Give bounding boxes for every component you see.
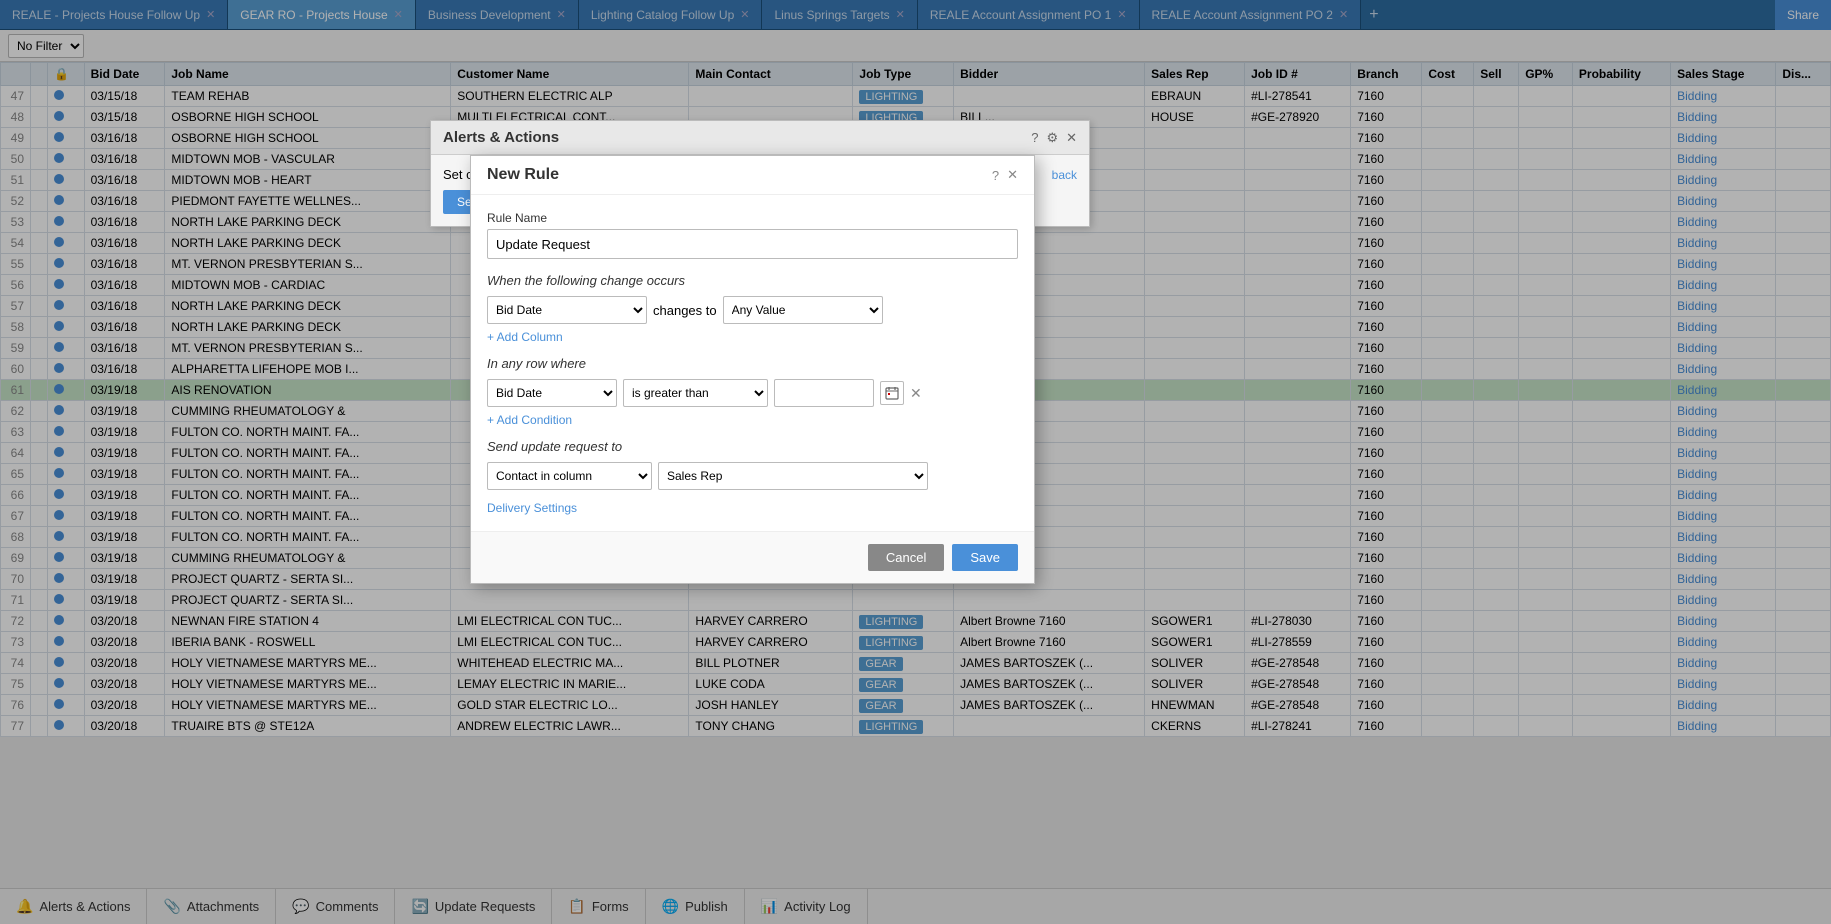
condition-value-input[interactable]: [774, 379, 874, 407]
delivery-settings-link[interactable]: Delivery Settings: [487, 501, 577, 515]
alerts-panel-title: Alerts & Actions: [443, 129, 559, 146]
when-change-label: When the following change occurs: [487, 273, 1018, 288]
close-icon[interactable]: ✕: [1066, 130, 1077, 146]
settings-icon[interactable]: ⚙: [1046, 130, 1058, 146]
add-condition-link[interactable]: + Add Condition: [487, 413, 1018, 427]
modal-help-icon[interactable]: ?: [992, 168, 999, 183]
back-link[interactable]: back: [1052, 168, 1077, 182]
send-to-type-select[interactable]: Contact in column: [487, 462, 652, 490]
help-icon[interactable]: ?: [1031, 130, 1038, 145]
save-button[interactable]: Save: [952, 544, 1018, 571]
change-occurs-row: Bid Date changes to Any Value: [487, 296, 1018, 324]
condition-operator-select[interactable]: is greater than: [623, 379, 768, 407]
remove-condition-button[interactable]: ✕: [910, 385, 922, 402]
modal-footer: Cancel Save: [471, 531, 1034, 583]
condition-row: Bid Date is greater than ✕: [487, 379, 1018, 407]
cancel-button[interactable]: Cancel: [868, 544, 944, 571]
changes-to-label: changes to: [653, 303, 717, 318]
send-update-label: Send update request to: [487, 439, 1018, 454]
add-column-link[interactable]: + Add Column: [487, 330, 1018, 344]
condition-column-select[interactable]: Bid Date: [487, 379, 617, 407]
changes-to-value-select[interactable]: Any Value: [723, 296, 883, 324]
set-condition-label: Set c: [443, 167, 473, 182]
modal-header: New Rule ? ✕: [471, 156, 1034, 195]
change-column-select[interactable]: Bid Date: [487, 296, 647, 324]
modal-header-icons: ? ✕: [992, 167, 1018, 183]
send-to-row: Contact in column Sales Rep: [487, 462, 1018, 490]
in-any-row-label: In any row where: [487, 356, 1018, 371]
modal-body: Rule Name When the following change occu…: [471, 195, 1034, 531]
modal-title: New Rule: [487, 166, 559, 184]
alerts-panel-header: Alerts & Actions ? ⚙ ✕: [431, 121, 1089, 155]
rule-name-input[interactable]: [487, 229, 1018, 259]
calendar-icon[interactable]: [880, 381, 904, 405]
modal-close-icon[interactable]: ✕: [1007, 167, 1018, 183]
rule-name-label: Rule Name: [487, 211, 1018, 225]
send-to-column-select[interactable]: Sales Rep: [658, 462, 928, 490]
new-rule-modal: New Rule ? ✕ Rule Name When the followin…: [470, 155, 1035, 584]
alerts-panel-icons: ? ⚙ ✕: [1031, 130, 1077, 146]
